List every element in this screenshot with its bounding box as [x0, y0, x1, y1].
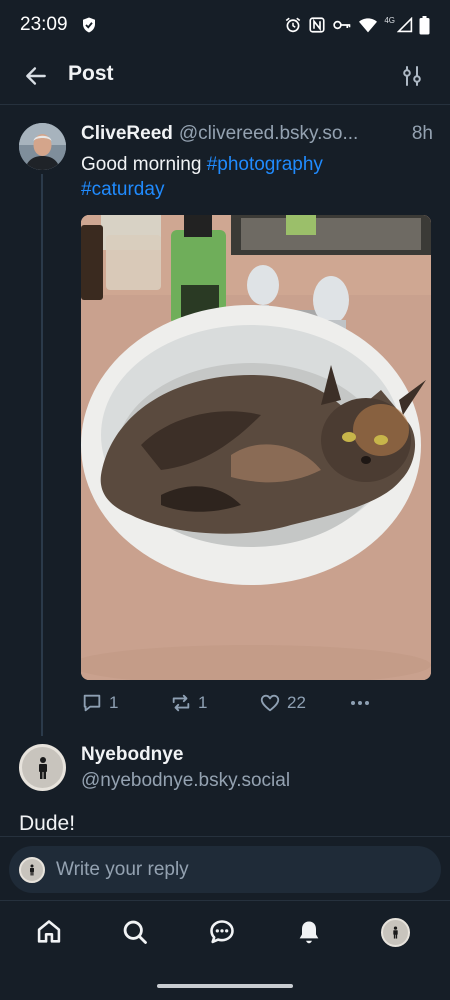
default-avatar-icon — [27, 863, 37, 877]
author-avatar[interactable] — [19, 123, 66, 170]
reply-input[interactable]: Write your reply — [9, 846, 441, 893]
reply-author-avatar[interactable] — [19, 744, 66, 791]
like-button[interactable]: 22 — [259, 692, 306, 714]
post-actions: 1 1 22 — [81, 692, 431, 718]
profile-avatar — [380, 917, 410, 947]
home-icon — [35, 918, 63, 946]
tab-chat[interactable] — [205, 915, 239, 949]
repost-icon — [170, 692, 192, 714]
repost-button[interactable]: 1 — [170, 692, 207, 714]
shield-check-icon — [80, 16, 98, 34]
post-image[interactable] — [81, 215, 431, 680]
battery-icon — [419, 15, 430, 35]
sliders-icon — [400, 64, 424, 88]
arrow-left-icon — [23, 63, 49, 89]
search-icon — [121, 918, 149, 946]
reply-input-placeholder: Write your reply — [56, 858, 189, 880]
tab-home[interactable] — [32, 915, 66, 949]
more-options-button[interactable] — [348, 692, 372, 714]
reply-author-name[interactable]: Nyebodnye — [81, 744, 183, 766]
hashtag-link[interactable]: #caturday — [81, 179, 164, 200]
bottom-tab-bar — [0, 900, 450, 966]
status-bar: 23:09 4G — [0, 0, 450, 50]
thread-connector-line — [41, 174, 43, 736]
post-author-name[interactable]: CliveReed — [81, 123, 173, 145]
tab-notifications[interactable] — [292, 915, 326, 949]
like-count: 22 — [287, 693, 306, 712]
wifi-icon — [358, 16, 378, 34]
status-icons: 4G — [284, 15, 430, 35]
chat-bubble-icon — [208, 918, 236, 946]
home-indicator[interactable] — [157, 984, 293, 988]
post-author-handle[interactable]: @clivereed.bsky.so... — [179, 123, 358, 145]
network-type: 4G — [384, 15, 395, 25]
page-header: Post — [0, 50, 450, 105]
reply-text: Dude! — [19, 812, 76, 835]
post-timestamp: 8h — [411, 123, 433, 144]
reply-author-handle[interactable]: @nyebodnye.bsky.social — [81, 770, 290, 792]
speech-bubble-icon — [81, 692, 103, 714]
tab-profile[interactable] — [378, 915, 412, 949]
hashtag-link[interactable]: #photography — [207, 154, 323, 175]
repost-count: 1 — [198, 693, 208, 712]
back-button[interactable] — [22, 62, 50, 90]
thread-settings-button[interactable] — [398, 62, 426, 90]
default-avatar-icon — [33, 756, 53, 780]
alarm-icon — [284, 16, 302, 34]
tab-search[interactable] — [118, 915, 152, 949]
vpn-key-icon — [332, 16, 352, 34]
ellipsis-icon — [348, 692, 372, 714]
status-time: 23:09 — [20, 14, 68, 35]
nfc-icon — [308, 16, 326, 34]
cell-signal-icon — [397, 17, 413, 33]
default-avatar-icon — [390, 925, 401, 940]
reply-composer-bar: Write your reply — [0, 836, 450, 900]
post-text: Good morning #photography #caturday — [81, 152, 431, 202]
page-title: Post — [68, 62, 114, 85]
heart-icon — [259, 692, 281, 714]
post-header: CliveReed @clivereed.bsky.so... 8h — [81, 123, 433, 151]
reply-count: 1 — [109, 693, 119, 712]
post-text-plain: Good morning — [81, 154, 207, 175]
bell-icon — [295, 918, 323, 946]
reply-button[interactable]: 1 — [81, 692, 118, 714]
composer-avatar — [19, 856, 45, 883]
